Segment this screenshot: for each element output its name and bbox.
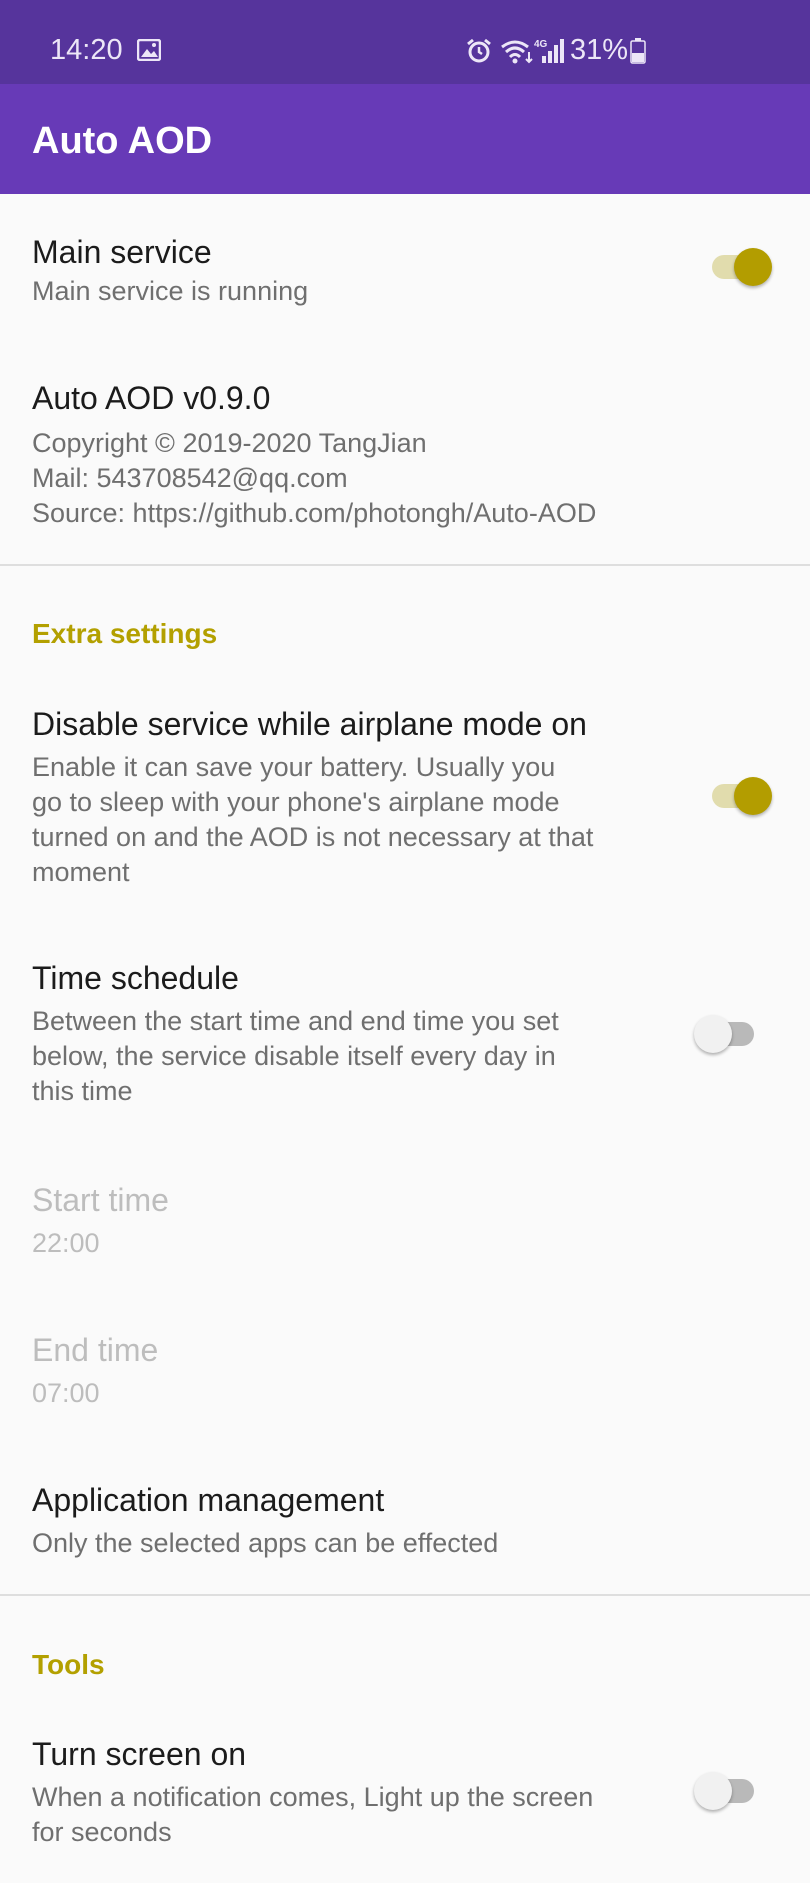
divider: [0, 564, 810, 566]
pref-title: Main service: [32, 234, 212, 270]
summary-line: go to sleep with your phone's airplane m…: [32, 787, 560, 817]
divider: [0, 1594, 810, 1596]
svg-text:4G: 4G: [534, 39, 548, 50]
summary-line: this time: [32, 1076, 133, 1106]
summary-line: for seconds: [32, 1817, 172, 1847]
status-time: 14:20: [50, 34, 123, 66]
switch-thumb: [694, 1772, 732, 1810]
app-title: Auto AOD: [32, 120, 213, 162]
pref-title: Application management: [32, 1482, 385, 1518]
time-schedule-switch[interactable]: [694, 1009, 758, 1059]
mail-text: Mail: 543708542@qq.com: [32, 463, 348, 493]
pref-main-service[interactable]: Main service Main service is running: [0, 194, 810, 330]
start-time-value: 22:00: [32, 1228, 100, 1258]
summary-line: Enable it can save your battery. Usually…: [32, 752, 556, 782]
summary-line: Between the start time and end time you …: [32, 1006, 559, 1036]
summary-line: turned on and the AOD is not necessary a…: [32, 822, 594, 852]
signal-4g-icon: 4G: [534, 39, 564, 63]
pref-application-management[interactable]: Application management Only the selected…: [0, 1450, 810, 1594]
status-bar: 14:20 4G 31%: [0, 0, 810, 84]
main-service-switch[interactable]: [708, 242, 772, 292]
image-icon: [137, 39, 161, 61]
pref-turn-screen-on[interactable]: Turn screen on When a notification comes…: [0, 1720, 810, 1883]
source-text: Source: https://github.com/photongh/Auto…: [32, 498, 597, 528]
pref-title: Start time: [32, 1182, 169, 1218]
pref-summary: Only the selected apps can be effected: [32, 1528, 499, 1558]
battery-percent: 31%: [570, 34, 629, 66]
pref-title: Turn screen on: [32, 1736, 247, 1772]
switch-thumb: [734, 777, 772, 815]
end-time-value: 07:00: [32, 1378, 100, 1408]
pref-summary: Main service is running: [32, 276, 309, 306]
pref-title: Time schedule: [32, 960, 239, 996]
pref-title: End time: [32, 1332, 159, 1368]
pref-end-time[interactable]: End time 07:00: [0, 1300, 810, 1450]
summary-line: When a notification comes, Light up the …: [32, 1782, 594, 1812]
battery-icon: [630, 38, 646, 64]
summary-line: moment: [32, 857, 130, 887]
pref-about[interactable]: Auto AOD v0.9.0 Copyright © 2019-2020 Ta…: [0, 330, 810, 564]
switch-thumb: [694, 1015, 732, 1053]
wifi-icon: [501, 40, 533, 64]
airplane-mode-switch[interactable]: [708, 771, 772, 821]
switch-thumb: [734, 248, 772, 286]
category-extra-settings: Extra settings: [32, 618, 218, 649]
turn-screen-on-switch[interactable]: [694, 1766, 758, 1816]
pref-title: Disable service while airplane mode on: [32, 706, 587, 742]
summary-line: below, the service disable itself every …: [32, 1041, 556, 1071]
app-bar: Auto AOD: [0, 84, 810, 194]
pref-start-time[interactable]: Start time 22:00: [0, 1150, 810, 1300]
category-tools: Tools: [32, 1649, 105, 1680]
pref-time-schedule[interactable]: Time schedule Between the start time and…: [0, 940, 810, 1120]
alarm-icon: [467, 38, 491, 63]
pref-airplane-mode[interactable]: Disable service while airplane mode on E…: [0, 684, 810, 920]
pref-title: Auto AOD v0.9.0: [32, 380, 271, 416]
copyright-text: Copyright © 2019-2020 TangJian: [32, 428, 427, 458]
